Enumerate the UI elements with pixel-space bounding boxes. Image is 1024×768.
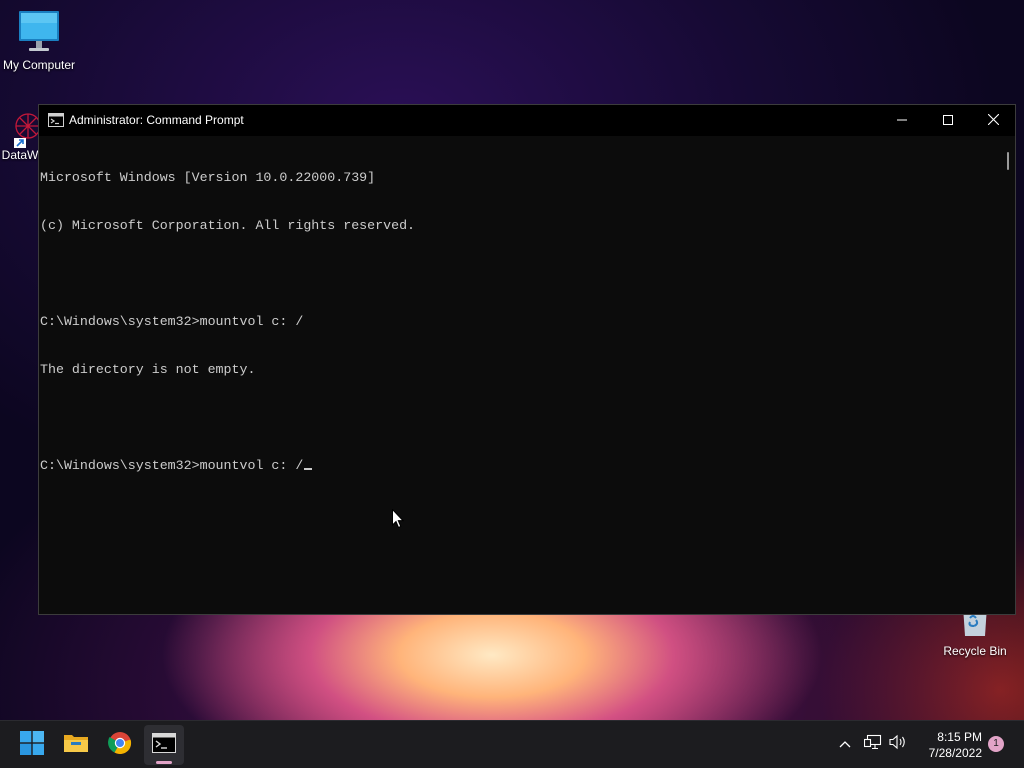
minimize-button[interactable] xyxy=(879,105,925,136)
text-cursor xyxy=(304,468,313,470)
chevron-up-icon xyxy=(839,735,851,753)
console-line: The directory is not empty. xyxy=(40,362,256,377)
close-icon xyxy=(987,113,999,128)
desktop-icon-label: My Computer xyxy=(2,58,76,72)
mouse-pointer-icon xyxy=(392,508,405,529)
active-app-indicator xyxy=(156,761,172,764)
network-icon xyxy=(863,734,882,755)
window-title: Administrator: Command Prompt xyxy=(69,113,244,127)
desktop-icon-datawrapper[interactable]: DataW xyxy=(0,108,40,162)
monitor-icon xyxy=(17,8,61,54)
cmd-icon xyxy=(152,732,176,758)
desktop: My Computer DataW Recycle Bin Administra… xyxy=(0,0,1024,720)
notification-badge[interactable]: 1 xyxy=(988,736,1004,752)
folder-icon xyxy=(63,732,89,759)
taskbar-command-prompt[interactable] xyxy=(144,725,184,765)
volume-button[interactable] xyxy=(889,734,907,755)
close-button[interactable] xyxy=(970,105,1016,136)
console-prompt: C:\Windows\system32>mountvol c: / xyxy=(40,458,304,473)
vertical-scrollbar[interactable] xyxy=(1001,136,1015,614)
desktop-icon-my-computer[interactable]: My Computer xyxy=(0,8,78,72)
console-line: Microsoft Windows [Version 10.0.22000.73… xyxy=(40,170,376,185)
system-clock[interactable]: 8:15 PM 7/28/2022 xyxy=(916,729,982,761)
start-button[interactable] xyxy=(12,725,52,765)
taskbar-chrome[interactable] xyxy=(100,725,140,765)
cmd-icon xyxy=(48,113,64,127)
speaker-icon xyxy=(889,734,907,755)
network-button[interactable] xyxy=(863,734,882,755)
desktop-icon-label: Recycle Bin xyxy=(943,644,1007,658)
command-prompt-window[interactable]: Administrator: Command Prompt Microsoft … xyxy=(38,104,1016,615)
window-titlebar[interactable]: Administrator: Command Prompt xyxy=(39,105,1015,136)
windows-start-icon xyxy=(20,730,44,760)
console-line: (c) Microsoft Corporation. All rights re… xyxy=(40,218,416,233)
minimize-icon xyxy=(897,114,907,128)
console-line: C:\Windows\system32>mountvol c: / xyxy=(40,314,304,329)
clock-date: 7/28/2022 xyxy=(928,746,982,760)
desktop-icon-label: DataW xyxy=(1,148,39,162)
console-output[interactable]: Microsoft Windows [Version 10.0.22000.73… xyxy=(39,136,1001,614)
chrome-icon xyxy=(108,731,132,760)
console-input-line[interactable]: C:\Windows\system32>mountvol c: / xyxy=(40,458,1001,474)
maximize-button[interactable] xyxy=(925,105,971,136)
maximize-icon xyxy=(943,114,953,128)
taskbar-file-explorer[interactable] xyxy=(56,725,96,765)
clock-time: 8:15 PM xyxy=(937,730,982,744)
scrollbar-thumb[interactable] xyxy=(1007,152,1009,170)
datawrapper-shortcut-icon xyxy=(0,108,40,149)
taskbar: 8:15 PM 7/28/2022 xyxy=(0,720,1024,768)
show-hidden-icons-button[interactable] xyxy=(836,735,854,753)
